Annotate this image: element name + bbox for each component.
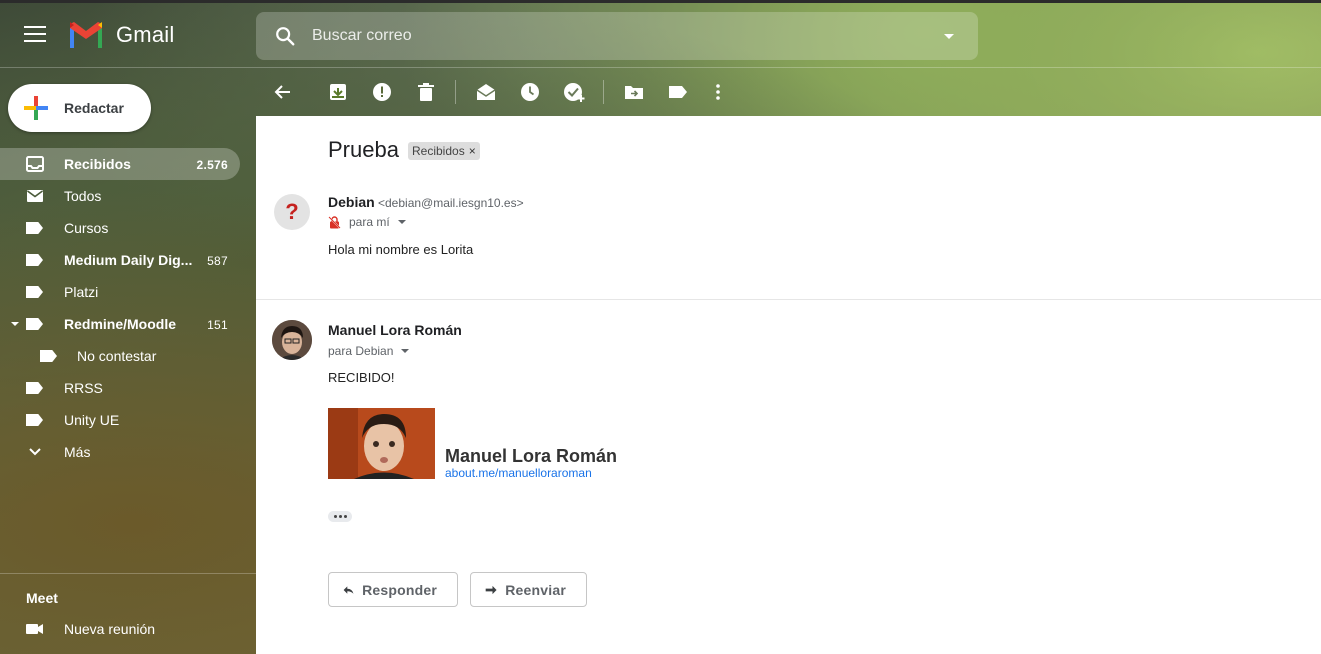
- show-trimmed-content-button[interactable]: [328, 511, 352, 522]
- search-input[interactable]: [312, 27, 944, 45]
- app-name: Gmail: [116, 22, 175, 47]
- sidebar-item-label: Medium Daily Dig...: [64, 252, 193, 268]
- unencrypted-lock-icon: [328, 215, 341, 229]
- label-chip-text: Recibidos: [412, 144, 465, 158]
- label-icon: [26, 412, 44, 428]
- reply-button[interactable]: Responder: [328, 572, 458, 607]
- sidebar-item-label: Unity UE: [64, 412, 120, 428]
- reply-label: Responder: [362, 581, 437, 598]
- main-menu-icon[interactable]: [24, 26, 46, 46]
- toolbar-separator: [603, 80, 604, 104]
- more-vert-icon[interactable]: [706, 80, 730, 104]
- remove-label-icon[interactable]: ×: [469, 144, 476, 158]
- compose-button[interactable]: Redactar: [8, 84, 151, 132]
- message-divider: [256, 299, 1321, 300]
- meet-new-meeting[interactable]: Nueva reunión: [0, 613, 256, 645]
- forward-button[interactable]: Reenviar: [470, 572, 587, 607]
- sidebar-item-label: Recibidos: [64, 156, 131, 172]
- search-icon[interactable]: [274, 25, 296, 47]
- message-view: Prueba Recibidos × ? Debian <debian@mail…: [256, 116, 1321, 654]
- avatar-unknown: ?: [274, 194, 310, 230]
- sidebar-item-platzi[interactable]: Platzi: [0, 276, 256, 308]
- sidebar-item-no-contestar[interactable]: No contestar: [0, 340, 256, 372]
- chevron-down-icon: [401, 349, 410, 353]
- unread-count: 151: [207, 318, 228, 332]
- sidebar-item-label: Todos: [64, 188, 102, 204]
- label-icon: [26, 316, 44, 332]
- labels-icon[interactable]: [666, 80, 690, 104]
- thread-subject: Prueba: [328, 137, 399, 162]
- report-spam-icon[interactable]: [370, 80, 394, 104]
- back-arrow-icon[interactable]: [270, 80, 294, 104]
- chevron-down-icon: [29, 448, 41, 456]
- label-icon: [26, 220, 44, 236]
- label-chip-recibidos: Recibidos ×: [408, 142, 480, 160]
- sidebar-divider: [0, 573, 256, 574]
- search-bar[interactable]: [256, 12, 978, 60]
- mark-unread-icon[interactable]: [474, 80, 498, 104]
- reply-icon: [343, 585, 354, 594]
- mail-icon: [27, 190, 43, 202]
- sidebar-item-todos[interactable]: Todos: [0, 180, 256, 212]
- signature-name: Manuel Lora Román: [445, 446, 618, 466]
- label-icon: [40, 348, 58, 364]
- sidebar-item-redmine-moodle[interactable]: Redmine/Moodle 151: [0, 308, 256, 340]
- compose-label: Redactar: [64, 100, 124, 116]
- video-camera-icon: [26, 624, 43, 634]
- unread-count: 2.576: [196, 158, 228, 172]
- delete-icon[interactable]: [414, 80, 438, 104]
- sidebar-item-recibidos[interactable]: Recibidos 2.576: [0, 148, 240, 180]
- sidebar-item-label: Platzi: [64, 284, 99, 300]
- add-task-icon[interactable]: [562, 80, 586, 104]
- label-icon: [26, 380, 44, 396]
- message-toolbar: [256, 68, 1321, 116]
- sidebar-item-label: Redmine/Moodle: [64, 316, 177, 332]
- collapse-caret-icon[interactable]: [11, 322, 19, 326]
- recipient-text: para Debian: [328, 344, 394, 358]
- archive-icon[interactable]: [326, 80, 350, 104]
- sidebar-item-label: Más: [64, 444, 91, 460]
- sidebar-item-medium-daily-digest[interactable]: Medium Daily Dig... 587: [0, 244, 256, 276]
- sidebar-item-label: RRSS: [64, 380, 103, 396]
- sidebar-item-cursos[interactable]: Cursos: [0, 212, 256, 244]
- unread-count: 587: [207, 254, 228, 268]
- sidebar-item-rrss[interactable]: RRSS: [0, 372, 256, 404]
- gmail-logo[interactable]: Gmail: [68, 22, 174, 48]
- gmail-m-icon: [70, 22, 102, 48]
- sidebar-nav: Recibidos 2.576 Todos Cursos Medium Dail…: [0, 148, 256, 468]
- forward-icon: [485, 585, 497, 594]
- label-icon: [26, 252, 44, 268]
- recipient-details-toggle[interactable]: para Debian: [328, 344, 410, 358]
- sender-email: <debian@mail.iesgn10.es>: [378, 196, 524, 210]
- sender-name[interactable]: Debian: [328, 194, 375, 210]
- sidebar-item-label: Cursos: [64, 220, 109, 236]
- avatar: [272, 320, 312, 360]
- signature-photo: [328, 408, 435, 479]
- inbox-icon: [26, 156, 44, 172]
- sender-name[interactable]: Manuel Lora Román: [328, 322, 462, 338]
- recipient-text: para mí: [349, 215, 390, 229]
- move-to-icon[interactable]: [622, 80, 646, 104]
- forward-label: Reenviar: [505, 581, 566, 598]
- snooze-icon[interactable]: [518, 80, 542, 104]
- meet-section-title: Meet: [26, 590, 58, 606]
- recipient-details-toggle[interactable]: para mí: [328, 215, 406, 229]
- sidebar-item-label: No contestar: [77, 348, 157, 364]
- meet-new-meeting-label: Nueva reunión: [64, 621, 156, 637]
- message-body: Hola mi nombre es Lorita: [328, 242, 474, 257]
- toolbar-separator: [455, 80, 456, 104]
- label-icon: [26, 284, 44, 300]
- sidebar-item-unity-ue[interactable]: Unity UE: [0, 404, 256, 436]
- chevron-down-icon: [397, 220, 406, 224]
- search-options-icon[interactable]: [944, 33, 954, 39]
- message-body: RECIBIDO!: [328, 370, 395, 385]
- signature-link[interactable]: about.me/manuelloraroman: [445, 466, 592, 480]
- plus-icon: [24, 96, 48, 120]
- window-top-edge: [0, 0, 1321, 3]
- sidebar-item-mas[interactable]: Más: [0, 436, 256, 468]
